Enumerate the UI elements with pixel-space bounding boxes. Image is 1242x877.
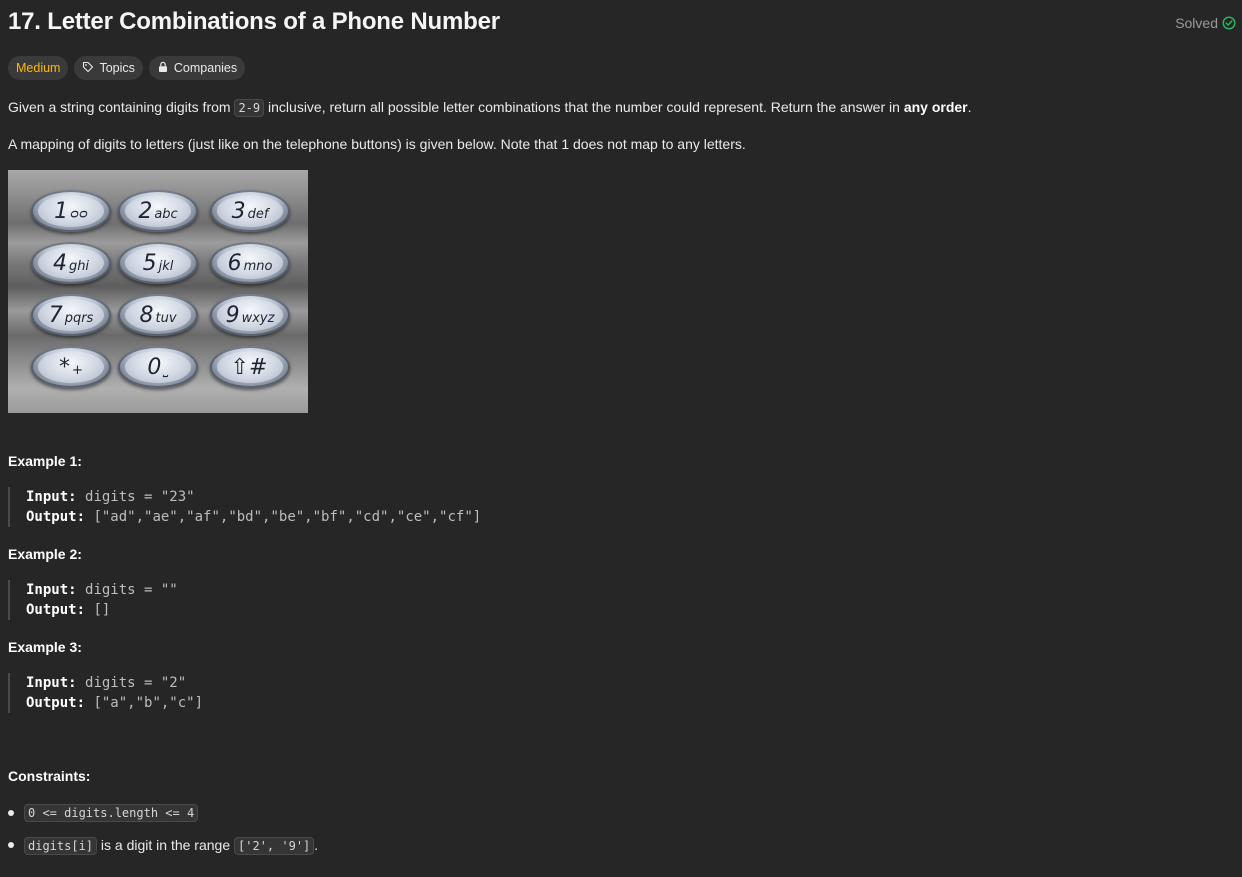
key-digit: 6 (227, 251, 242, 276)
constraint-text-part: is a digit in the range (97, 837, 235, 853)
keypad-key: 9 wxyz (210, 294, 290, 336)
solved-label: Solved (1175, 15, 1218, 31)
inline-code: ['2', '9'] (234, 837, 315, 855)
inline-code: 2-9 (234, 99, 265, 117)
key-letters: wxyz (241, 311, 275, 326)
keypad-key: 4 ghi (31, 242, 111, 284)
input-value: digits = "23" (85, 489, 195, 505)
input-value: digits = "" (85, 582, 178, 598)
key-digit: 2 (138, 199, 153, 224)
keypad-key: 7 pqrs (31, 294, 111, 336)
input-label: Input: (26, 489, 77, 505)
lock-icon (157, 61, 169, 76)
description-paragraph-2: A mapping of digits to letters (just lik… (8, 136, 746, 152)
difficulty-badge: Medium (8, 56, 69, 80)
description-paragraph-1: Given a string containing digits from 2-… (8, 97, 972, 118)
example-block: Input: digits = "23" Output: ["ad","ae",… (8, 487, 481, 527)
key-letters: tuv (155, 311, 177, 326)
output-label: Output: (26, 695, 86, 711)
keypad-key: 8 tuv (118, 294, 198, 336)
example-output-line: Output: ["a","b","c"] (26, 693, 203, 713)
tag-icon (82, 61, 94, 76)
example-input-line: Input: digits = "" (26, 580, 178, 600)
output-label: Output: (26, 509, 86, 525)
keypad-key: 1 ᴑᴑ (31, 190, 111, 232)
keypad-key: 0 ⎵ (118, 346, 198, 388)
bullet-dot (8, 810, 14, 816)
input-value: digits = "2" (85, 675, 187, 691)
key-digit: * (59, 355, 71, 380)
keypad-key: 5 jkl (118, 242, 198, 284)
problem-page: 17. Letter Combinations of a Phone Numbe… (0, 0, 1242, 877)
topics-label: Topics (99, 61, 135, 75)
key-letters: abc (154, 207, 178, 222)
keypad-key: ⇧# (210, 346, 290, 388)
example-block: Input: digits = "2" Output: ["a","b","c"… (8, 673, 203, 713)
keypad-key: 6 mno (210, 242, 290, 284)
problem-title: 17. Letter Combinations of a Phone Numbe… (8, 8, 500, 35)
keypad-key: 2 abc (118, 190, 198, 232)
key-letters: mno (243, 259, 273, 274)
key-digit: 7 (48, 303, 63, 328)
key-digit: 4 (52, 251, 67, 276)
key-digit: ⇧# (230, 355, 268, 380)
example-heading: Example 1: (8, 453, 82, 469)
input-label: Input: (26, 675, 77, 691)
example-output-line: Output: [] (26, 600, 178, 620)
output-value: [] (93, 602, 111, 618)
key-letters: ᴑᴑ (70, 207, 88, 222)
companies-button[interactable]: Companies (148, 56, 246, 80)
key-letters: pqrs (64, 311, 94, 326)
example-block: Input: digits = "" Output: [] (8, 580, 178, 620)
example-heading: Example 3: (8, 639, 82, 655)
description-text: Given a string containing digits from (8, 99, 235, 115)
description-text: inclusive, return all possible letter co… (264, 99, 904, 115)
key-digit: 5 (142, 251, 157, 276)
bullet-dot (8, 842, 14, 848)
input-label: Input: (26, 582, 77, 598)
constraint-text-part: . (314, 837, 319, 853)
key-digit: 8 (139, 303, 154, 328)
key-digit: 9 (225, 303, 240, 328)
phone-keypad-image: 1 ᴑᴑ 2 abc 3 def 4 ghi 5 jkl 6 mno 7 pqrs 8 tuv … (8, 170, 308, 413)
output-value: ["ad","ae","af","bd","be","bf","cd","ce"… (93, 509, 482, 525)
problem-tags: Medium Topics Companies (8, 56, 246, 80)
companies-label: Companies (173, 61, 238, 75)
example-output-line: Output: ["ad","ae","af","bd","be","bf","… (26, 507, 481, 527)
constraints-heading: Constraints: (8, 768, 91, 784)
description-text: . (967, 99, 972, 115)
key-letters: jkl (158, 259, 174, 274)
solved-status: Solved (1175, 15, 1236, 31)
keypad-key: * + (31, 346, 111, 388)
keypad-key: 3 def (210, 190, 290, 232)
key-digit: 3 (231, 199, 246, 224)
key-digit: 0 (147, 355, 162, 380)
example-heading: Example 2: (8, 546, 82, 562)
constraint-item: 0 <= digits.length <= 4 (8, 804, 199, 822)
constraint-item: digits[i] is a digit in the range ['2', … (8, 837, 319, 855)
bold-text: any order (903, 99, 968, 115)
example-input-line: Input: digits = "2" (26, 673, 203, 693)
inline-code: 0 <= digits.length <= 4 (24, 804, 199, 822)
key-letters: + (72, 363, 83, 378)
inline-code: digits[i] (24, 837, 98, 855)
constraint-text: digits[i] is a digit in the range ['2', … (24, 837, 319, 855)
key-letters: ⎵ (163, 363, 169, 378)
key-letters: def (247, 207, 269, 222)
check-circle-icon (1222, 16, 1236, 30)
output-label: Output: (26, 602, 86, 618)
key-letters: ghi (68, 259, 90, 274)
example-input-line: Input: digits = "23" (26, 487, 481, 507)
key-digit: 1 (54, 199, 69, 224)
topics-button[interactable]: Topics (74, 56, 143, 80)
output-value: ["a","b","c"] (93, 695, 204, 711)
